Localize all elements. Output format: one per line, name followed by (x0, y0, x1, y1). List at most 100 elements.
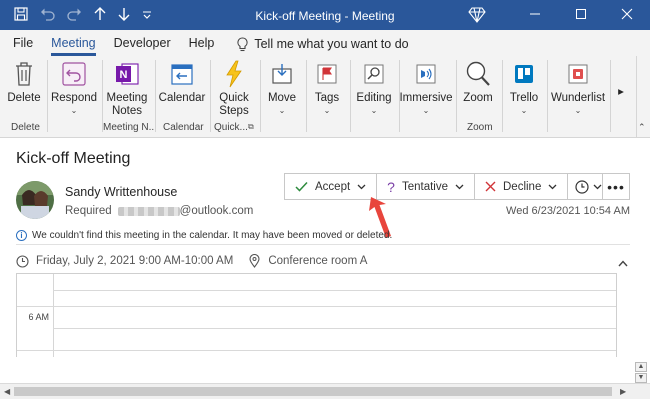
required-label: Required (65, 205, 112, 217)
wunderlist-label: Wunderlist (550, 92, 606, 104)
up-arrow-icon[interactable] (94, 7, 106, 23)
ribbon-separator (306, 60, 307, 132)
tell-me-label: Tell me what you want to do (254, 37, 409, 51)
undo-icon[interactable] (40, 7, 55, 23)
tags-label: Tags (314, 92, 340, 104)
chevron-down-icon: ⌄ (574, 106, 582, 115)
ribbon-separator (47, 60, 48, 132)
calendar-preview[interactable]: 6 AM (16, 273, 617, 357)
chevron-down-icon (593, 182, 602, 192)
group-label-zoom: Zoom (467, 122, 493, 133)
chevron-down-icon (357, 182, 366, 192)
ribbon-separator (610, 60, 611, 132)
check-icon (295, 181, 308, 192)
vertical-scrollbar[interactable]: ▲ ▼ (632, 138, 650, 383)
tab-help[interactable]: Help (180, 32, 224, 56)
trash-icon (16, 62, 32, 86)
ribbon-separator (502, 60, 503, 132)
immersive-reader-icon (416, 64, 436, 84)
time-column-divider (53, 274, 54, 357)
tags-button[interactable]: Tags ⌄ (309, 58, 345, 115)
maximize-icon[interactable] (558, 8, 604, 23)
scroll-right-icon[interactable]: ▶ (620, 387, 626, 396)
meeting-details: Friday, July 2, 2021 9:00 AM-10:00 AM Co… (16, 254, 367, 268)
minimize-icon[interactable] (512, 8, 558, 23)
avatar[interactable] (16, 181, 54, 219)
accept-label: Accept (315, 180, 351, 193)
collapse-ribbon-icon[interactable]: ⌃ (638, 122, 648, 132)
accept-button[interactable]: Accept (285, 174, 378, 199)
lightbulb-icon (237, 36, 248, 51)
decline-button[interactable]: Decline (475, 174, 569, 199)
dialog-launcher-icon[interactable]: ⧉ (248, 122, 254, 132)
down-arrow-icon[interactable] (118, 7, 130, 23)
quick-steps-label-2: Steps (219, 105, 249, 117)
editing-button[interactable]: Editing ⌄ (354, 58, 394, 115)
chevron-down-icon: ⌄ (70, 106, 78, 115)
close-icon[interactable] (604, 8, 650, 23)
chevron-down-icon (455, 182, 464, 192)
x-icon (485, 181, 496, 192)
more-actions-button[interactable]: ••• (602, 173, 630, 200)
save-icon[interactable] (14, 7, 28, 23)
title-bar: Kick-off Meeting - Meeting (0, 0, 650, 30)
scrollbar-thumb[interactable] (14, 387, 612, 396)
move-button[interactable]: Move ⌄ (264, 58, 300, 115)
chevron-down-icon: ⌄ (278, 106, 286, 115)
respond-button[interactable]: Respond ⌄ (51, 58, 97, 115)
clock-icon (575, 179, 589, 194)
diamond-icon[interactable] (468, 7, 486, 26)
redo-icon[interactable] (67, 7, 82, 23)
calendar-label: Calendar (158, 92, 206, 104)
scroll-up-icon[interactable]: ▲ (635, 362, 647, 372)
tell-me-search[interactable]: Tell me what you want to do (223, 32, 409, 56)
ribbon: Delete Delete Respond ⌄ N Meeting Notes … (0, 56, 650, 138)
scroll-down-icon[interactable]: ▼ (635, 373, 647, 383)
window-controls (512, 0, 650, 30)
meeting-notes-button[interactable]: N Meeting Notes (106, 58, 148, 118)
horizontal-scrollbar[interactable]: ◀ ▶ (0, 383, 650, 399)
wunderlist-icon (568, 64, 588, 84)
wunderlist-button[interactable]: Wunderlist ⌄ (551, 58, 605, 115)
meeting-location: Conference room A (268, 255, 368, 267)
ellipsis-icon: ••• (607, 178, 625, 195)
ribbon-separator (456, 60, 457, 132)
received-date: Wed 6/23/2021 10:54 AM (506, 205, 630, 217)
info-notice: i We couldn't find this meeting in the c… (16, 227, 630, 245)
question-mark-icon: ? (387, 178, 395, 195)
chevron-down-icon: ⌄ (323, 106, 331, 115)
tab-developer[interactable]: Developer (105, 32, 180, 56)
zoom-label: Zoom (463, 92, 493, 104)
onenote-icon: N (116, 63, 139, 85)
customize-icon[interactable] (142, 8, 152, 22)
delete-label: Delete (7, 92, 41, 104)
delete-button[interactable]: Delete (6, 58, 42, 105)
meeting-notes-label-1: Meeting (106, 92, 148, 104)
calendar-button[interactable]: Calendar (158, 58, 206, 105)
trello-label: Trello (509, 92, 539, 104)
hour-line (17, 350, 616, 351)
collapse-icon[interactable] (618, 259, 628, 270)
chevron-down-icon: ⌄ (370, 106, 378, 115)
zoom-button[interactable]: Zoom (460, 58, 496, 105)
meeting-time: Friday, July 2, 2021 9:00 AM-10:00 AM (36, 255, 234, 267)
ribbon-overflow-button[interactable]: ▸ (614, 86, 628, 99)
hour-label: 6 AM (28, 312, 49, 322)
trello-button[interactable]: Trello ⌄ (506, 58, 542, 115)
tab-meeting[interactable]: Meeting (42, 32, 104, 56)
tab-file[interactable]: File (0, 32, 42, 56)
half-hour-line (53, 290, 616, 291)
email-suffix: @outlook.com (179, 205, 254, 217)
quick-steps-button[interactable]: Quick Steps (214, 58, 254, 118)
quick-steps-label-1: Quick (219, 92, 249, 104)
sender-name[interactable]: Sandy Writtenhouse (65, 185, 177, 199)
required-attendees: Required @outlook.com (65, 205, 253, 217)
chevron-down-icon (548, 182, 557, 192)
immersive-button[interactable]: Immersive ⌄ (399, 58, 453, 115)
scroll-left-icon[interactable]: ◀ (4, 387, 10, 396)
group-label-calendar: Calendar (163, 122, 204, 133)
quick-access-toolbar (0, 0, 152, 30)
chevron-down-icon: ⌄ (520, 106, 528, 115)
move-icon (272, 64, 292, 84)
ribbon-separator (210, 60, 211, 132)
